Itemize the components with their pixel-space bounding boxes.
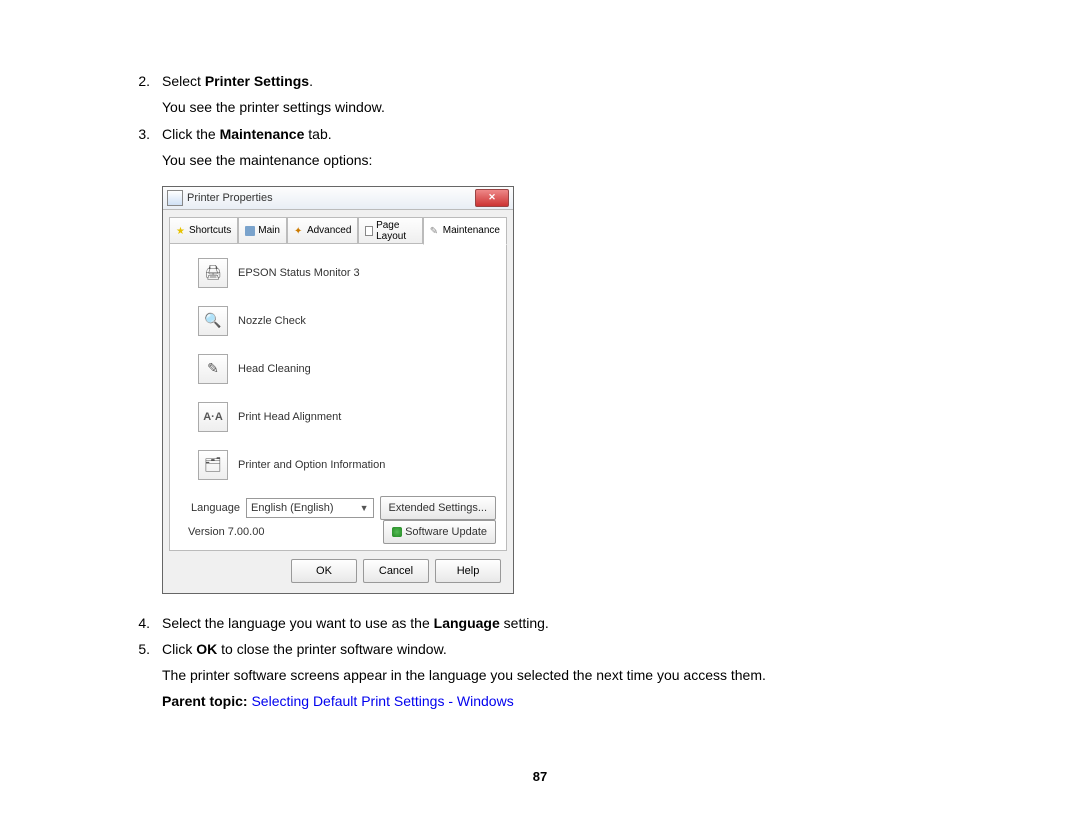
text: Click the — [162, 126, 220, 142]
tab-advanced[interactable]: ✦Advanced — [287, 217, 358, 245]
step-number: 4. — [120, 612, 162, 634]
head-alignment-item[interactable]: A·A Print Head Alignment — [198, 402, 498, 432]
ok-button[interactable]: OK — [291, 559, 357, 583]
window-titlebar[interactable]: Printer Properties ✕ — [163, 187, 513, 210]
document-page: 2. Select Printer Settings. You see the … — [0, 0, 1080, 824]
item-label: EPSON Status Monitor 3 — [238, 267, 360, 279]
close-button[interactable]: ✕ — [475, 189, 509, 207]
text: Select — [162, 73, 205, 89]
step-number: 3. — [120, 123, 162, 145]
printer-icon — [245, 226, 255, 236]
text: to close the printer software window. — [217, 641, 447, 657]
printer-info-item[interactable]: 🗂 Printer and Option Information — [198, 450, 498, 480]
text: Click — [162, 641, 196, 657]
tab-label: Main — [258, 225, 280, 236]
text-bold: Maintenance — [220, 126, 305, 142]
gear-icon: ✦ — [294, 226, 304, 236]
printer-info-icon: 🗂 — [198, 450, 228, 480]
button-label: Cancel — [379, 565, 413, 577]
item-label: Head Cleaning — [238, 363, 311, 375]
text: Select the language you want to use as t… — [162, 615, 434, 631]
status-monitor-icon: 🖨 — [198, 258, 228, 288]
step-4: 4. Select the language you want to use a… — [120, 612, 960, 634]
chevron-down-icon: ▼ — [360, 503, 369, 513]
step-3-subtext: You see the maintenance options: — [162, 149, 960, 171]
text-bold: OK — [196, 641, 217, 657]
tail-text: The printer software screens appear in t… — [162, 664, 960, 686]
tab-maintenance[interactable]: ✎Maintenance — [423, 217, 507, 245]
step-number: 5. — [120, 638, 162, 660]
update-icon — [392, 527, 402, 537]
printer-properties-window: Printer Properties ✕ ★Shortcuts Main ✦Ad… — [162, 186, 514, 594]
step-2: 2. Select Printer Settings. — [120, 70, 960, 92]
tab-shortcuts[interactable]: ★Shortcuts — [169, 217, 238, 245]
parent-topic: Parent topic: Selecting Default Print Se… — [162, 693, 960, 709]
button-label: Help — [457, 565, 480, 577]
head-cleaning-icon: ✎ — [198, 354, 228, 384]
window-title: Printer Properties — [187, 192, 475, 204]
maintenance-tab-content: 🖨 EPSON Status Monitor 3 🔍 Nozzle Check … — [169, 243, 507, 551]
step-text: Select Printer Settings. — [162, 70, 960, 92]
page-icon — [365, 226, 373, 236]
tab-strip: ★Shortcuts Main ✦Advanced Page Layout ✎M… — [169, 216, 507, 244]
wrench-icon: ✎ — [430, 226, 440, 236]
version-label: Version 7.00.00 — [180, 526, 383, 538]
status-monitor-item[interactable]: 🖨 EPSON Status Monitor 3 — [198, 258, 498, 288]
item-label: Print Head Alignment — [238, 411, 341, 423]
item-label: Printer and Option Information — [238, 459, 385, 471]
close-icon: ✕ — [488, 192, 496, 203]
step-text: Click OK to close the printer software w… — [162, 638, 960, 660]
step-2-subtext: You see the printer settings window. — [162, 96, 960, 118]
item-label: Nozzle Check — [238, 315, 306, 327]
text: . — [309, 73, 313, 89]
text-bold: Printer Settings — [205, 73, 309, 89]
tab-label: Page Layout — [376, 220, 416, 242]
tab-page-layout[interactable]: Page Layout — [358, 217, 422, 245]
head-alignment-icon: A·A — [198, 402, 228, 432]
dialog-button-row: OK Cancel Help — [169, 551, 507, 587]
language-select[interactable]: English (English) ▼ — [246, 498, 374, 518]
button-label: Software Update — [405, 526, 487, 538]
text-bold: Language — [434, 615, 500, 631]
parent-topic-label: Parent topic: — [162, 693, 251, 709]
head-cleaning-item[interactable]: ✎ Head Cleaning — [198, 354, 498, 384]
language-label: Language — [180, 502, 240, 514]
star-icon: ★ — [176, 226, 186, 236]
page-number: 87 — [120, 769, 960, 784]
cancel-button[interactable]: Cancel — [363, 559, 429, 583]
parent-topic-link[interactable]: Selecting Default Print Settings - Windo… — [251, 693, 513, 709]
step-5: 5. Click OK to close the printer softwar… — [120, 638, 960, 660]
nozzle-check-icon: 🔍 — [198, 306, 228, 336]
version-row: Version 7.00.00 Software Update — [180, 520, 496, 544]
text: tab. — [304, 126, 331, 142]
nozzle-check-item[interactable]: 🔍 Nozzle Check — [198, 306, 498, 336]
help-button[interactable]: Help — [435, 559, 501, 583]
button-label: OK — [316, 565, 332, 577]
tab-label: Maintenance — [443, 225, 500, 236]
software-update-button[interactable]: Software Update — [383, 520, 496, 544]
tab-label: Advanced — [307, 225, 351, 236]
language-row: Language English (English) ▼ Extended Se… — [180, 496, 496, 520]
window-body: ★Shortcuts Main ✦Advanced Page Layout ✎M… — [163, 210, 513, 593]
step-number: 2. — [120, 70, 162, 92]
step-text: Click the Maintenance tab. — [162, 123, 960, 145]
extended-settings-button[interactable]: Extended Settings... — [380, 496, 496, 520]
text: setting. — [500, 615, 549, 631]
step-3: 3. Click the Maintenance tab. — [120, 123, 960, 145]
step-text: Select the language you want to use as t… — [162, 612, 960, 634]
window-icon — [167, 190, 183, 206]
tab-main[interactable]: Main — [238, 217, 287, 245]
button-label: Extended Settings... — [389, 502, 487, 514]
tab-label: Shortcuts — [189, 225, 231, 236]
language-value: English (English) — [251, 502, 334, 514]
